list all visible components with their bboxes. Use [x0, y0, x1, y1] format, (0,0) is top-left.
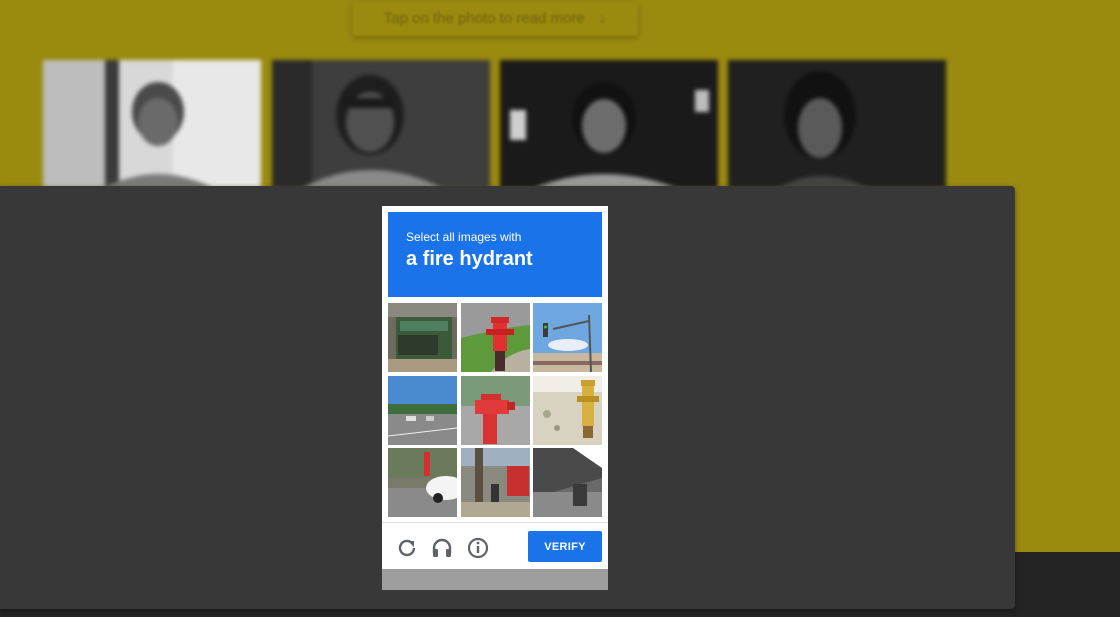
captcha-tile[interactable] — [388, 303, 457, 372]
profile-photo[interactable] — [43, 60, 261, 188]
read-more-label: Tap on the photo to read more — [383, 10, 585, 27]
read-more-button[interactable]: Tap on the photo to read more ↓ — [352, 2, 638, 36]
captcha-tile[interactable] — [460, 303, 530, 372]
verify-button[interactable]: VERIFY — [528, 531, 602, 562]
captcha-tile[interactable] — [533, 303, 602, 372]
profile-photo[interactable] — [272, 60, 490, 188]
profile-photo[interactable] — [728, 60, 946, 188]
captcha-tile[interactable] — [388, 448, 457, 517]
captcha-tile[interactable] — [533, 375, 602, 445]
captcha-target: a fire hydrant — [406, 248, 533, 270]
captcha-footer: VERIFY — [382, 522, 608, 570]
captcha-bottom-bar — [382, 569, 608, 590]
arrow-down-icon: ↓ — [598, 10, 607, 27]
captcha-tile[interactable] — [533, 448, 602, 517]
headphones-icon[interactable] — [430, 536, 454, 560]
captcha-instruction: Select all images with — [406, 230, 522, 244]
captcha-tile[interactable] — [388, 375, 457, 445]
captcha-tile[interactable] — [460, 448, 530, 517]
profile-photo[interactable] — [500, 60, 718, 188]
captcha-tile[interactable] — [460, 375, 530, 445]
captcha-header: Select all images with a fire hydrant — [388, 212, 602, 297]
captcha-image-grid — [388, 303, 602, 517]
info-icon[interactable] — [466, 536, 490, 560]
captcha-challenge: Select all images with a fire hydrant VE… — [382, 206, 608, 590]
reload-icon[interactable] — [395, 536, 419, 560]
